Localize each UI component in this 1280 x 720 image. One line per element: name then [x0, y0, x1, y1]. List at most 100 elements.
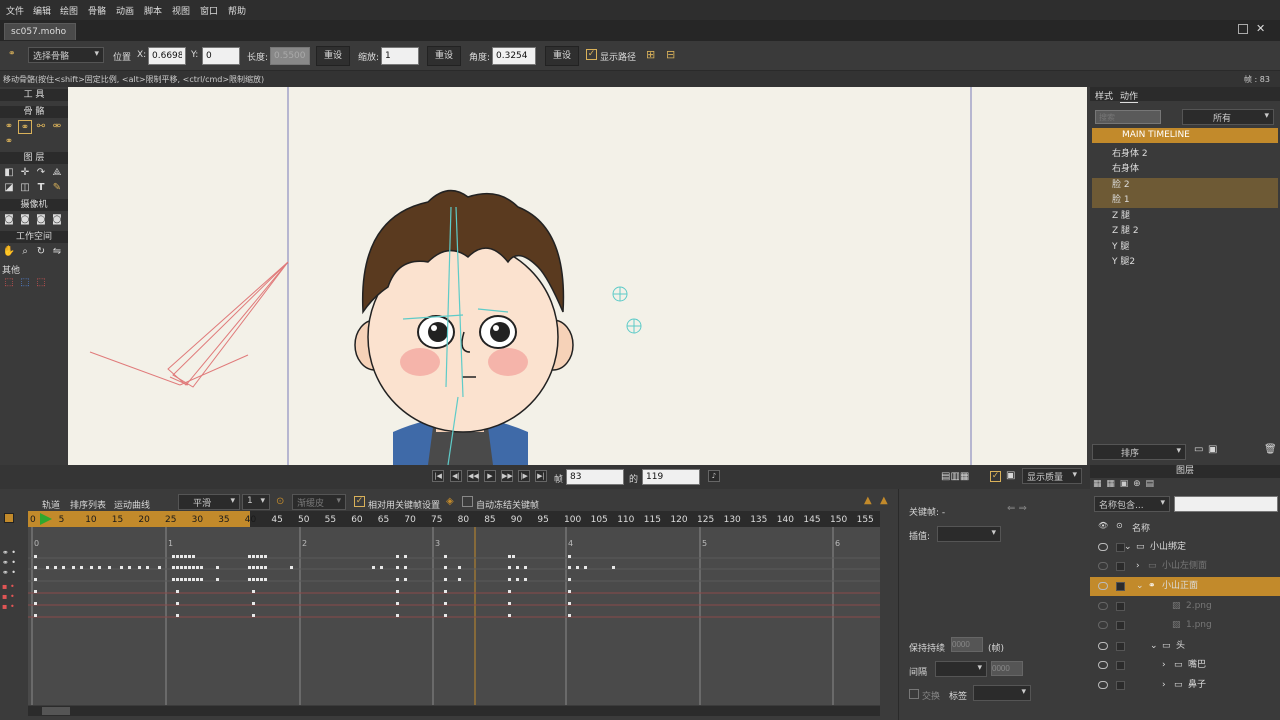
keyframe-dot[interactable]: [512, 555, 515, 558]
step-back-icon[interactable]: ◀|: [450, 470, 462, 482]
keyframe-dot[interactable]: [584, 566, 587, 569]
timeline-scroll-thumb[interactable]: [42, 707, 70, 715]
keyframe-dot[interactable]: [188, 555, 191, 558]
other-tool-icon-3[interactable]: ⬚: [34, 276, 48, 290]
keyframe-dot[interactable]: [444, 614, 447, 617]
keyframe-dot[interactable]: [524, 566, 527, 569]
action-row[interactable]: 右身体: [1092, 162, 1278, 177]
expand-chevron-icon[interactable]: ⌄: [1150, 637, 1158, 656]
keyframe-dot[interactable]: [192, 578, 195, 581]
red-bone-skeleton[interactable]: [89, 261, 289, 388]
tab-tracks[interactable]: 轨道: [42, 498, 61, 512]
keyframe-dot[interactable]: [568, 566, 571, 569]
keyframe-dot[interactable]: [80, 566, 83, 569]
keyframe-dot[interactable]: [372, 566, 375, 569]
keyframe-dot[interactable]: [176, 590, 179, 593]
keyframe-dot[interactable]: [180, 555, 183, 558]
ease-dropdown[interactable]: 渐缓皮 ▾: [292, 494, 346, 510]
pen-tool-icon[interactable]: ✎: [50, 181, 64, 195]
camera-pan-icon[interactable]: ◙: [50, 213, 64, 227]
expand-chevron-icon[interactable]: ⌄: [1124, 538, 1132, 557]
keyframe-dot[interactable]: [396, 578, 399, 581]
visibility-icon[interactable]: [1098, 621, 1108, 629]
keyframe-dot[interactable]: [256, 555, 259, 558]
keyframe-dot[interactable]: [188, 566, 191, 569]
keyframe-dot[interactable]: [176, 566, 179, 569]
keyframe-icon[interactable]: ◈: [446, 496, 454, 507]
layer-row[interactable]: ▨ 2.png: [1090, 597, 1280, 616]
layer-row[interactable]: ⌄ ⚭ 小山正面: [1090, 577, 1280, 596]
keyframe-dot[interactable]: [252, 614, 255, 617]
layer-select-box[interactable]: [1116, 602, 1125, 611]
keyframe-dot[interactable]: [612, 566, 615, 569]
tag-select[interactable]: ▾: [973, 685, 1031, 701]
canvas-viewport[interactable]: [68, 87, 1087, 465]
visibility-icon[interactable]: [1098, 543, 1108, 551]
keyframe-dot[interactable]: [158, 566, 161, 569]
main-timeline-row[interactable]: MAIN TIMELINE: [1092, 128, 1278, 143]
keyframe-dot[interactable]: [264, 578, 267, 581]
hold-input[interactable]: [951, 637, 983, 652]
layer-row[interactable]: › ▭ 小山左侧面: [1090, 557, 1280, 576]
tab-style[interactable]: 样式: [1095, 89, 1113, 102]
keyframe-dot[interactable]: [216, 578, 219, 581]
new-action-icon[interactable]: ▣: [1208, 444, 1217, 455]
keyframe-dot[interactable]: [172, 566, 175, 569]
keyframe-dot[interactable]: [120, 566, 123, 569]
new-folder-icon[interactable]: ▭: [1194, 444, 1203, 455]
total-frames-input[interactable]: [642, 469, 700, 485]
keyframe-dot[interactable]: [404, 566, 407, 569]
zoom-in-icon[interactable]: ▲: [864, 495, 872, 506]
bone-channel-icon[interactable]: ⚭ •: [2, 558, 16, 567]
sound-icon[interactable]: ♪: [708, 470, 720, 482]
keyframe-dot[interactable]: [568, 590, 571, 593]
keyframe-dot[interactable]: [34, 566, 37, 569]
bone-strength-icon[interactable]: ⚭: [2, 135, 16, 149]
reset-angle-button[interactable]: 重设: [545, 46, 579, 66]
flip-layer-icon[interactable]: ◫: [18, 181, 32, 195]
keyframe-dot[interactable]: [34, 578, 37, 581]
keyframe-dot[interactable]: [216, 566, 219, 569]
keyframe-dot[interactable]: [128, 566, 131, 569]
keyframe-dot[interactable]: [524, 578, 527, 581]
keyframe-dot[interactable]: [192, 566, 195, 569]
keyframe-dot[interactable]: [568, 602, 571, 605]
keyframe-dot[interactable]: [380, 566, 383, 569]
keyframe-dot[interactable]: [264, 555, 267, 558]
layer-select-box[interactable]: [1116, 582, 1125, 591]
menu-edit[interactable]: 编辑: [33, 4, 51, 17]
keyframe-dot[interactable]: [34, 614, 37, 617]
sort-dropdown[interactable]: 排序 ▾: [1092, 444, 1186, 460]
end-icon[interactable]: ▶|: [535, 470, 547, 482]
keyframe-dot[interactable]: [396, 555, 399, 558]
close-icon[interactable]: ✕: [1256, 22, 1265, 35]
scale-input[interactable]: [381, 47, 419, 65]
frame-icon[interactable]: ▣: [1006, 470, 1015, 481]
keyframe-dot[interactable]: [290, 566, 293, 569]
keyframe-dot[interactable]: [458, 566, 461, 569]
keyframe-dot[interactable]: [54, 566, 57, 569]
name-filter-dropdown[interactable]: 名称包含... ▾: [1094, 496, 1170, 512]
shear-layer-icon[interactable]: ⟁: [50, 166, 64, 180]
layer-search-input[interactable]: [1174, 496, 1278, 512]
zoom-out-icon[interactable]: ▲: [880, 495, 888, 506]
auto-freeze-checkbox[interactable]: [462, 496, 473, 507]
keyframe-dot[interactable]: [404, 578, 407, 581]
visibility-icon[interactable]: [1098, 582, 1108, 590]
keyframe-dot[interactable]: [188, 578, 191, 581]
keyframe-dot[interactable]: [404, 555, 407, 558]
keyframe-dot[interactable]: [200, 566, 203, 569]
layer-select-box[interactable]: [1116, 661, 1125, 670]
keyframe-dot[interactable]: [72, 566, 75, 569]
x-input[interactable]: [148, 47, 186, 65]
reset-position-button[interactable]: 重设: [316, 46, 350, 66]
reset-scale-button[interactable]: 重设: [427, 46, 461, 66]
layer-select-box[interactable]: [1116, 642, 1125, 651]
expand-chevron-icon[interactable]: ⌄: [1136, 577, 1144, 596]
keyframe-dot[interactable]: [248, 555, 251, 558]
menu-window[interactable]: 窗口: [200, 4, 218, 17]
rotate-layer-icon[interactable]: ↷: [34, 166, 48, 180]
layer-select-box[interactable]: [1116, 681, 1125, 690]
rotate-bone-icon[interactable]: ⚮: [50, 120, 64, 134]
tool-select-dropdown[interactable]: 选择骨骼 ▾: [28, 47, 104, 63]
